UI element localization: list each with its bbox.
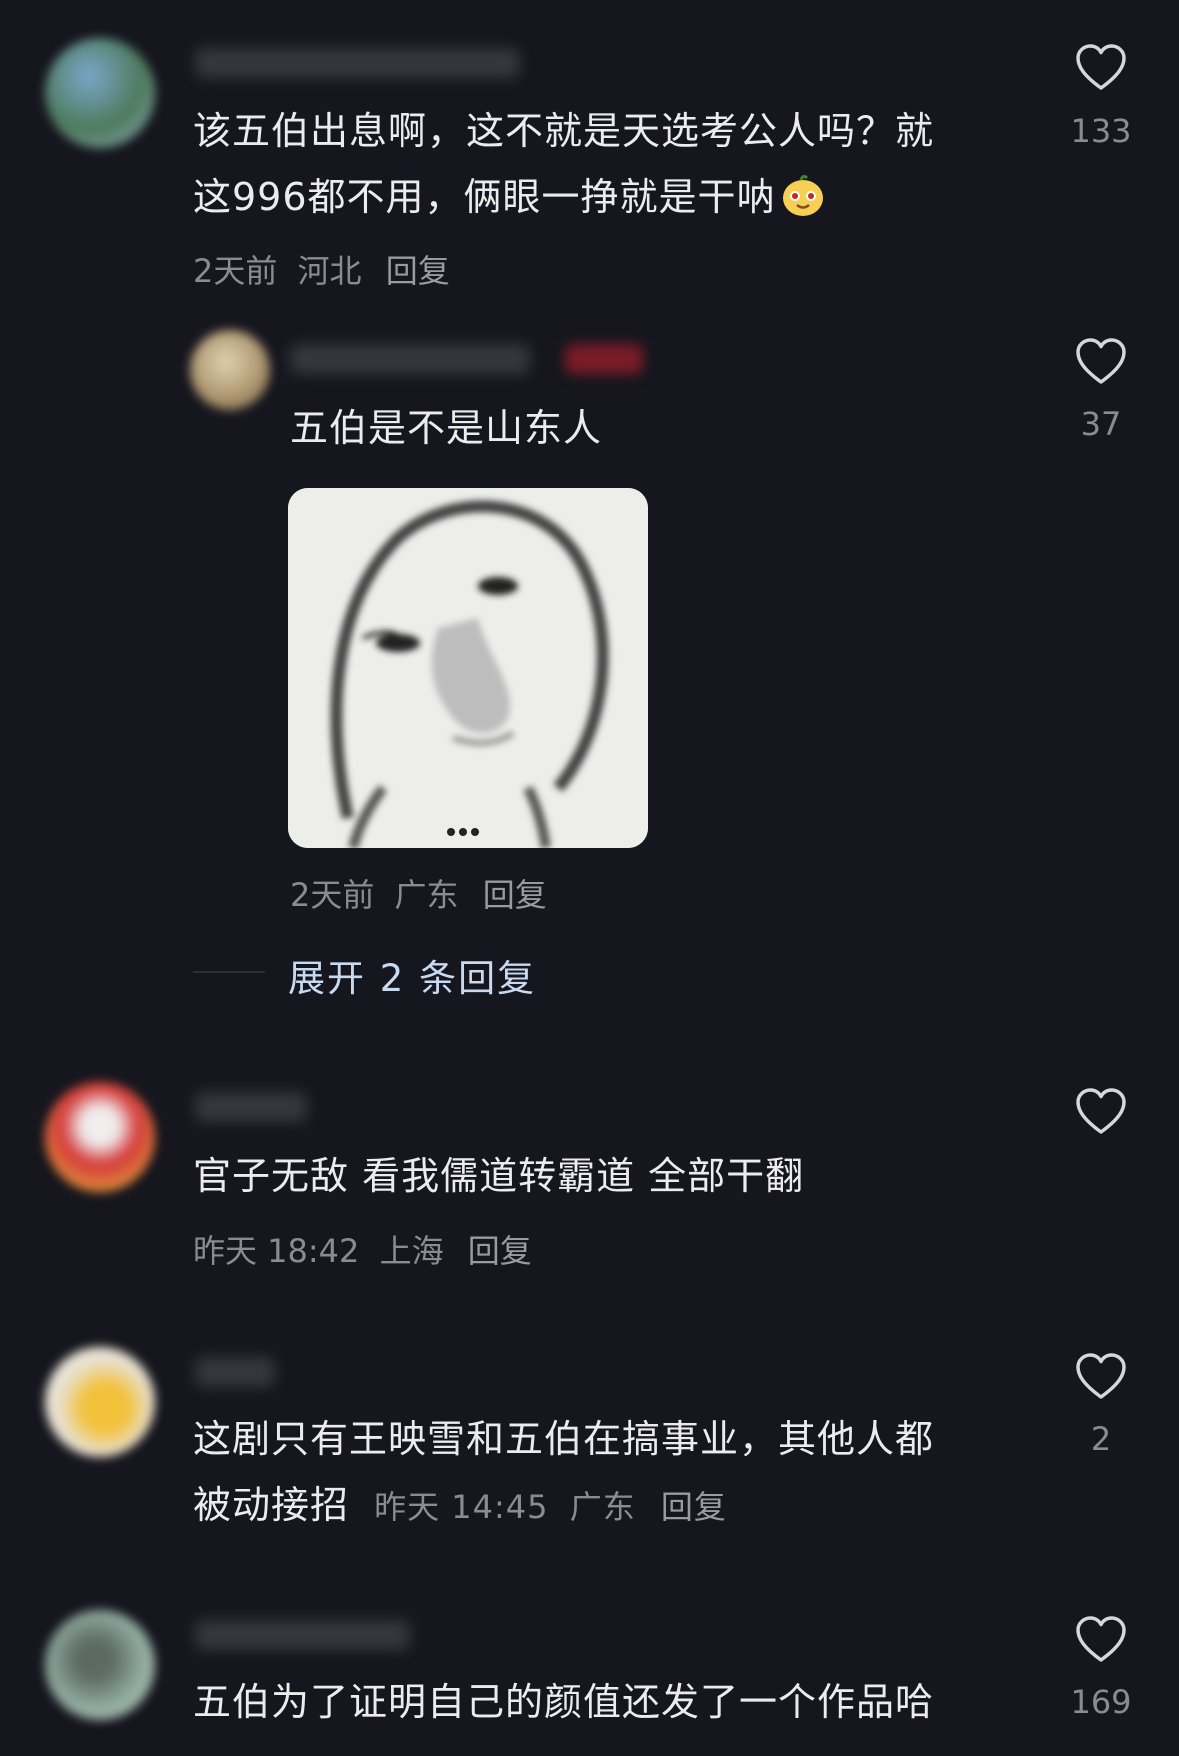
heart-outline-icon bbox=[1076, 338, 1126, 384]
divider bbox=[193, 971, 265, 973]
username[interactable] bbox=[195, 1357, 275, 1387]
like-button[interactable] bbox=[1073, 44, 1129, 92]
reply-button[interactable]: 回复 bbox=[483, 876, 547, 914]
avatar[interactable] bbox=[190, 330, 270, 410]
comment-time: 2天前 bbox=[193, 252, 278, 290]
reply-button[interactable]: 回复 bbox=[468, 1232, 532, 1270]
comment-location: 河北 bbox=[297, 252, 362, 290]
comment-time: 昨天 14:45 bbox=[374, 1488, 549, 1526]
like-button[interactable] bbox=[1073, 338, 1129, 386]
heart-outline-icon bbox=[1076, 1088, 1126, 1134]
user-badge bbox=[565, 344, 643, 374]
comment-location: 广东 bbox=[394, 876, 459, 914]
comment-time: 2天前 bbox=[290, 876, 375, 914]
comment-location: 上海 bbox=[379, 1232, 444, 1270]
like-button[interactable] bbox=[1073, 1353, 1129, 1401]
meme-sticker-image[interactable] bbox=[288, 488, 648, 848]
like-count: 2 bbox=[1090, 1420, 1112, 1458]
comment-text: 官子无敌 看我儒道转霸道 全部干翻 bbox=[193, 1154, 805, 1198]
smiling-face-emoji-icon bbox=[782, 174, 823, 216]
comment-meta: 2天前 广东 回复 bbox=[290, 870, 547, 916]
comment-time: 昨天 18:42 bbox=[193, 1232, 360, 1270]
like-count: 133 bbox=[1070, 112, 1132, 150]
reply-button[interactable]: 回复 bbox=[386, 252, 450, 290]
heart-outline-icon bbox=[1076, 1353, 1126, 1399]
comment-text: 五伯是不是山东人 bbox=[290, 406, 603, 450]
avatar[interactable] bbox=[45, 1347, 155, 1457]
comment-meta: 2天前 河北 回复 bbox=[193, 246, 450, 292]
like-count: 37 bbox=[1080, 405, 1122, 443]
username[interactable] bbox=[195, 48, 520, 78]
comment-meta: 昨天 18:42 上海 回复 bbox=[193, 1226, 532, 1272]
reply-button[interactable]: 回复 bbox=[661, 1488, 727, 1526]
like-count: 169 bbox=[1070, 1683, 1132, 1721]
heart-outline-icon bbox=[1076, 44, 1126, 90]
avatar[interactable] bbox=[45, 38, 155, 148]
avatar[interactable] bbox=[45, 1610, 155, 1720]
expand-replies-button[interactable]: 展开 2 条回复 bbox=[288, 948, 536, 1002]
sticker-drawing bbox=[288, 488, 648, 848]
like-button[interactable] bbox=[1073, 1616, 1129, 1664]
comment-text: 该五伯出息啊，这不就是天选考公人吗？就 这996都不用，俩眼一挣就是干呐 bbox=[193, 109, 935, 219]
avatar[interactable] bbox=[45, 1082, 155, 1192]
comment-location: 广东 bbox=[569, 1488, 636, 1526]
comment-text: 五伯为了证明自己的颜值还发了一个作品哈 bbox=[193, 1680, 935, 1724]
username[interactable] bbox=[195, 1092, 307, 1122]
username[interactable] bbox=[290, 344, 530, 374]
comment-text: 这剧只有王映雪和五伯在搞事业，其他人都 被动接招 昨天 14:45 广东 回复 bbox=[193, 1417, 935, 1527]
like-button[interactable] bbox=[1073, 1088, 1129, 1136]
heart-outline-icon bbox=[1076, 1616, 1126, 1662]
username[interactable] bbox=[195, 1620, 410, 1650]
